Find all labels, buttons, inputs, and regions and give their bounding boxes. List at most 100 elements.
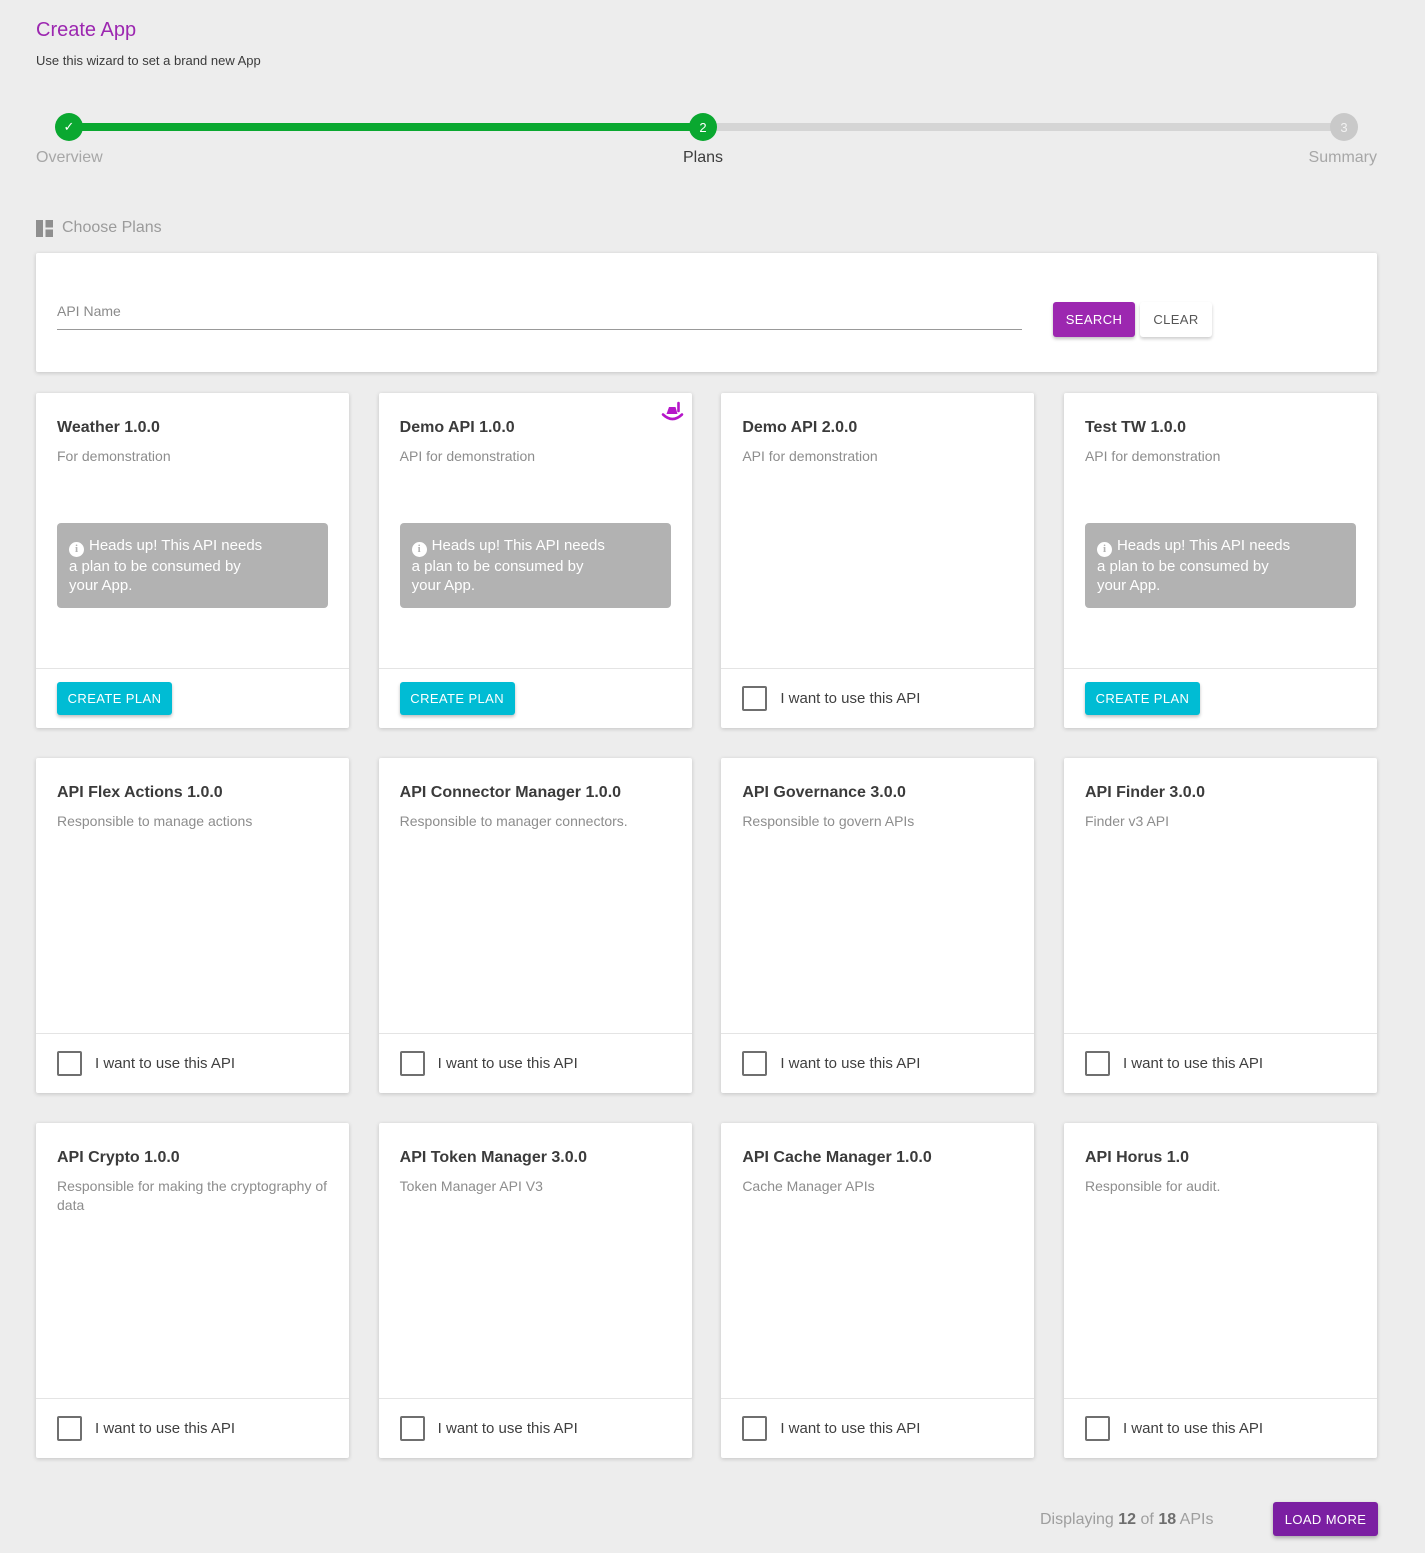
use-api-checkbox[interactable] [742, 686, 767, 711]
use-api-checkbox-label: I want to use this API [780, 1055, 920, 1072]
api-search-panel: SEARCH CLEAR [36, 253, 1377, 372]
api-card-description: API for demonstration [721, 437, 1034, 466]
clear-button[interactable]: CLEAR [1140, 302, 1212, 337]
api-card-body: API Crypto 1.0.0 Responsible for making … [36, 1123, 349, 1397]
use-api-checkbox[interactable] [400, 1051, 425, 1076]
step-overview-circle[interactable]: ✓ [55, 113, 83, 141]
api-card: API Token Manager 3.0.0 Token Manager AP… [379, 1123, 692, 1458]
api-card-body: API Governance 3.0.0 Responsible to gove… [721, 758, 1034, 1032]
api-card-title: Test TW 1.0.0 [1064, 393, 1377, 437]
api-card-footer: I want to use this API [721, 668, 1034, 728]
use-api-checkbox[interactable] [57, 1416, 82, 1441]
api-card-title: API Governance 3.0.0 [721, 758, 1034, 802]
use-api-checkbox-row[interactable]: I want to use this API [742, 1416, 920, 1441]
use-api-checkbox-row[interactable]: I want to use this API [400, 1051, 578, 1076]
check-icon: ✓ [64, 119, 75, 135]
api-card: API Finder 3.0.0 Finder v3 API I want to… [1064, 758, 1377, 1093]
use-api-checkbox-label: I want to use this API [1123, 1420, 1263, 1437]
plan-needed-notice: iHeads up! This API needs a plan to be c… [1085, 523, 1356, 608]
displaying-prefix: Displaying [1040, 1511, 1114, 1528]
use-api-checkbox[interactable] [742, 1051, 767, 1076]
api-card-body: API Finder 3.0.0 Finder v3 API [1064, 758, 1377, 1032]
api-card: API Cache Manager 1.0.0 Cache Manager AP… [721, 1123, 1034, 1458]
step-number: 2 [699, 120, 706, 135]
use-api-checkbox-row[interactable]: I want to use this API [57, 1051, 235, 1076]
api-card-grid: Weather 1.0.0 For demonstration iHeads u… [36, 393, 1377, 1458]
api-card: API Connector Manager 1.0.0 Responsible … [379, 758, 692, 1093]
api-card-body: API Connector Manager 1.0.0 Responsible … [379, 758, 692, 1032]
api-card: API Horus 1.0 Responsible for audit. I w… [1064, 1123, 1377, 1458]
api-card-footer: I want to use this API [721, 1033, 1034, 1093]
api-card: Weather 1.0.0 For demonstration iHeads u… [36, 393, 349, 728]
api-card-body: Demo API 1.0.0 API for demonstration iHe… [379, 393, 692, 667]
create-plan-button[interactable]: CREATE PLAN [1085, 682, 1200, 715]
api-card: Test TW 1.0.0 API for demonstration iHea… [1064, 393, 1377, 728]
api-card-description: Responsible for audit. [1064, 1167, 1377, 1196]
use-api-checkbox-row[interactable]: I want to use this API [742, 1051, 920, 1076]
create-plan-button[interactable]: CREATE PLAN [57, 682, 172, 715]
use-api-checkbox-row[interactable]: I want to use this API [1085, 1416, 1263, 1441]
api-card-body: API Horus 1.0 Responsible for audit. [1064, 1123, 1377, 1397]
create-plan-button[interactable]: CREATE PLAN [400, 682, 515, 715]
plan-needed-notice-text: Heads up! This API needs a plan to be co… [1097, 537, 1290, 594]
api-card-body: API Flex Actions 1.0.0 Responsible to ma… [36, 758, 349, 1032]
use-api-checkbox-label: I want to use this API [780, 690, 920, 707]
dashboard-icon [36, 220, 53, 237]
step-number: 3 [1340, 120, 1347, 135]
use-api-checkbox-label: I want to use this API [95, 1055, 235, 1072]
use-api-checkbox-label: I want to use this API [95, 1420, 235, 1437]
api-card-footer: I want to use this API [36, 1033, 349, 1093]
page-subtitle: Use this wizard to set a brand new App [36, 53, 261, 68]
info-icon: i [412, 542, 427, 557]
api-card-description: Responsible to manager connectors. [379, 802, 692, 831]
api-card-title: API Connector Manager 1.0.0 [379, 758, 692, 802]
api-card-body: Demo API 2.0.0 API for demonstration [721, 393, 1034, 667]
displaying-suffix: APIs [1180, 1511, 1214, 1528]
use-api-checkbox-row[interactable]: I want to use this API [57, 1416, 235, 1441]
api-card: API Governance 3.0.0 Responsible to gove… [721, 758, 1034, 1093]
step-summary-circle[interactable]: 3 [1330, 113, 1358, 141]
api-card: Demo API 2.0.0 API for demonstration I w… [721, 393, 1034, 728]
api-card-footer: I want to use this API [1064, 1398, 1377, 1458]
search-button[interactable]: SEARCH [1053, 302, 1135, 337]
api-name-input[interactable] [57, 303, 1022, 330]
use-api-checkbox[interactable] [1085, 1051, 1110, 1076]
api-card: Demo API 1.0.0 API for demonstration iHe… [379, 393, 692, 728]
info-icon: i [1097, 542, 1112, 557]
api-card-description: Cache Manager APIs [721, 1167, 1034, 1196]
api-card-footer: CREATE PLAN [1064, 668, 1377, 728]
api-card-title: API Token Manager 3.0.0 [379, 1123, 692, 1167]
api-card-title: API Cache Manager 1.0.0 [721, 1123, 1034, 1167]
page-title: Create App [36, 19, 136, 42]
load-more-button[interactable]: LOAD MORE [1273, 1502, 1378, 1536]
choose-plans-label: Choose Plans [62, 219, 162, 237]
api-card-footer: I want to use this API [721, 1398, 1034, 1458]
api-card-body: API Cache Manager 1.0.0 Cache Manager AP… [721, 1123, 1034, 1397]
use-api-checkbox[interactable] [57, 1051, 82, 1076]
api-card-title: Demo API 1.0.0 [379, 393, 692, 437]
api-card-description: Responsible to manage actions [36, 802, 349, 831]
use-api-checkbox[interactable] [400, 1416, 425, 1441]
api-card-title: API Finder 3.0.0 [1064, 758, 1377, 802]
stepper-progress-line [69, 123, 703, 131]
api-card-footer: I want to use this API [36, 1398, 349, 1458]
use-api-checkbox-label: I want to use this API [780, 1420, 920, 1437]
use-api-checkbox-label: I want to use this API [438, 1055, 578, 1072]
api-card-description: API for demonstration [1064, 437, 1377, 466]
api-card-title: Demo API 2.0.0 [721, 393, 1034, 437]
api-card-body: Weather 1.0.0 For demonstration iHeads u… [36, 393, 349, 667]
api-card-footer: CREATE PLAN [36, 668, 349, 728]
step-plans-circle[interactable]: 2 [689, 113, 717, 141]
use-api-checkbox[interactable] [742, 1416, 767, 1441]
use-api-checkbox-row[interactable]: I want to use this API [1085, 1051, 1263, 1076]
api-card-footer: I want to use this API [1064, 1033, 1377, 1093]
use-api-checkbox[interactable] [1085, 1416, 1110, 1441]
api-card-body: Test TW 1.0.0 API for demonstration iHea… [1064, 393, 1377, 667]
use-api-checkbox-row[interactable]: I want to use this API [742, 686, 920, 711]
api-card: API Flex Actions 1.0.0 Responsible to ma… [36, 758, 349, 1093]
api-card-title: API Horus 1.0 [1064, 1123, 1377, 1167]
stepper-remaining-line [703, 123, 1344, 131]
api-card-title: API Crypto 1.0.0 [36, 1123, 349, 1167]
api-card-title: Weather 1.0.0 [36, 393, 349, 437]
use-api-checkbox-row[interactable]: I want to use this API [400, 1416, 578, 1441]
